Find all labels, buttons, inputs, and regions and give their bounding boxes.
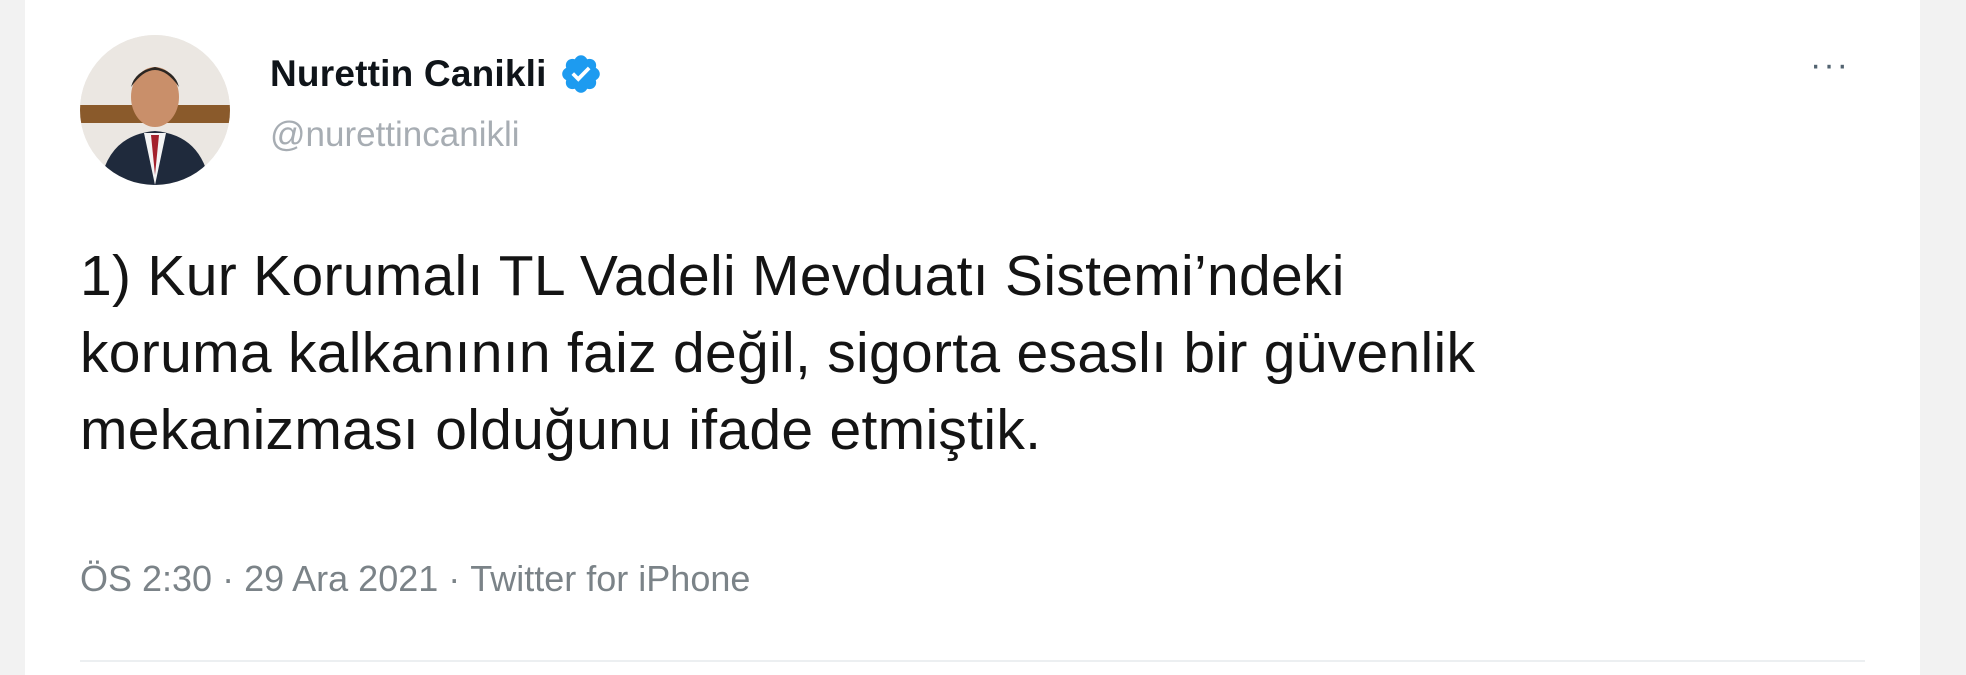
tweet-text-line: mekanizması olduğunu ifade etmiştik. [80, 398, 1042, 462]
tweet-text-line: koruma kalkanının faiz değil, sigorta es… [80, 321, 1476, 385]
divider [80, 660, 1865, 662]
tweet-meta: ÖS 2:30 · 29 Ara 2021 · Twitter for iPho… [80, 558, 750, 600]
more-options-icon[interactable]: ··· [1795, 45, 1865, 85]
tweet-date[interactable]: 29 Ara 2021 [244, 558, 438, 600]
avatar[interactable] [80, 35, 230, 185]
author-display-name[interactable]: Nurettin Canikli [270, 53, 547, 95]
meta-separator: · [222, 558, 235, 599]
tweet-time[interactable]: ÖS 2:30 [80, 558, 212, 600]
tweet-text-line: 1) Kur Korumalı TL Vadeli Mevduatı Siste… [80, 244, 1345, 308]
tweet-card: Nurettin Canikli @nurettincanikli ··· 1)… [25, 0, 1920, 675]
verified-badge-icon [559, 52, 603, 96]
author-handle[interactable]: @nurettincanikli [270, 115, 520, 155]
author-name-row: Nurettin Canikli [270, 52, 603, 96]
meta-separator: · [448, 558, 461, 599]
tweet-text: 1) Kur Korumalı TL Vadeli Mevduatı Siste… [80, 238, 1860, 469]
tweet-source[interactable]: Twitter for iPhone [470, 558, 750, 600]
avatar-photo [80, 35, 230, 185]
